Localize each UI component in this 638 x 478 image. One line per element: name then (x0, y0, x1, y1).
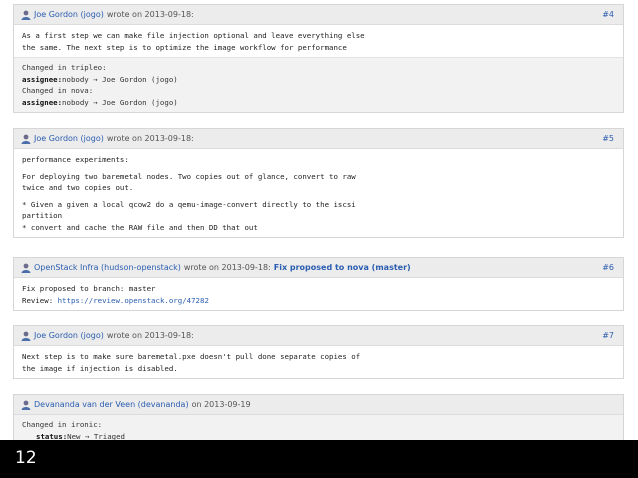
user-icon (21, 263, 31, 273)
comment-date: wrote on 2013-09-18: (106, 331, 194, 340)
comment-title: Fix proposed to nova (master) (273, 263, 411, 272)
author-link[interactable]: Devananda van der Veen (devananda) (34, 400, 189, 409)
user-icon (21, 331, 31, 341)
comment-header: Joe Gordon (jogo) wrote on 2013-09-18: #… (14, 5, 623, 25)
change-line: Changed in ironic: (22, 420, 103, 429)
body-line: * convert and cache the RAW file and the… (22, 222, 258, 232)
comment-body: Fix proposed to branch: master Review: ht… (14, 278, 623, 310)
comment-number-link[interactable]: #4 (602, 10, 614, 19)
comment-6: OpenStack Infra (hudson-openstack) wrote… (13, 257, 624, 311)
review-link[interactable]: https://review.openstack.org/47282 (58, 296, 209, 305)
body-line: Next step is to make sure baremetal.pxe … (22, 352, 361, 361)
comment-date: wrote on 2013-09-18: (183, 263, 271, 272)
comment-header: Joe Gordon (jogo) wrote on 2013-09-18: #… (14, 326, 623, 346)
comment-number-link[interactable]: #7 (602, 331, 614, 340)
comment-body: Next step is to make sure baremetal.pxe … (14, 346, 623, 378)
slide-footer-bar: 12 (0, 440, 638, 478)
comment-header: Joe Gordon (jogo) wrote on 2013-09-18: #… (14, 129, 623, 149)
author-link[interactable]: Joe Gordon (jogo) (34, 331, 104, 340)
change-line: Changed in nova: (22, 86, 94, 95)
body-line: Review: https://review.openstack.org/472… (22, 295, 615, 307)
user-icon (21, 134, 31, 144)
body-line: For deploying two baremetal nodes. Two c… (22, 171, 356, 181)
body-line: Fix proposed to branch: master (22, 284, 156, 293)
change-field-label: assignee: (22, 74, 63, 84)
slide-number: 12 (15, 448, 37, 468)
change-line: assignee:nobody → Joe Gordon (jogo) (22, 97, 615, 109)
comment-7: Joe Gordon (jogo) wrote on 2013-09-18: #… (13, 325, 624, 379)
change-line: Changed in tripleo: (22, 63, 107, 72)
body-line: partition (22, 211, 63, 220)
comment-5: Joe Gordon (jogo) wrote on 2013-09-18: #… (13, 128, 624, 238)
body-line: the same. The next step is to optimize t… (22, 42, 347, 52)
comment-date: wrote on 2013-09-18: (106, 10, 194, 19)
author-link[interactable]: OpenStack Infra (hudson-openstack) (34, 263, 181, 272)
body-line: the image if injection is disabled. (22, 363, 178, 373)
author-link[interactable]: Joe Gordon (jogo) (34, 134, 104, 143)
change-log: Changed in tripleo: assignee:nobody → Jo… (14, 57, 623, 112)
comment-date: wrote on 2013-09-18: (106, 134, 194, 143)
comment-body: As a first step we can make file injecti… (14, 25, 623, 57)
review-label: Review: (22, 295, 58, 305)
comment-4: Joe Gordon (jogo) wrote on 2013-09-18: #… (13, 4, 624, 113)
change-value: nobody → Joe Gordon (jogo) (62, 97, 178, 107)
body-line: performance experiments: (22, 155, 129, 164)
comment-date: on 2013-09-19 (191, 400, 251, 409)
body-line: * Given a given a local qcow2 do a qemu-… (22, 199, 356, 209)
change-line: assignee:nobody → Joe Gordon (jogo) (22, 74, 615, 86)
user-icon (21, 10, 31, 20)
author-link[interactable]: Joe Gordon (jogo) (34, 10, 104, 19)
change-value: nobody → Joe Gordon (jogo) (62, 74, 178, 84)
body-line: twice and two copies out. (22, 183, 134, 192)
comment-body: performance experiments: For deploying tw… (14, 149, 623, 237)
comment-number-link[interactable]: #5 (602, 134, 614, 143)
body-line: As a first step we can make file injecti… (22, 31, 365, 40)
comment-header: Devananda van der Veen (devananda) on 20… (14, 395, 623, 415)
comment-header: OpenStack Infra (hudson-openstack) wrote… (14, 258, 623, 278)
comment-number-link[interactable]: #6 (602, 263, 614, 272)
user-icon (21, 400, 31, 410)
change-field-label: assignee: (22, 97, 63, 107)
